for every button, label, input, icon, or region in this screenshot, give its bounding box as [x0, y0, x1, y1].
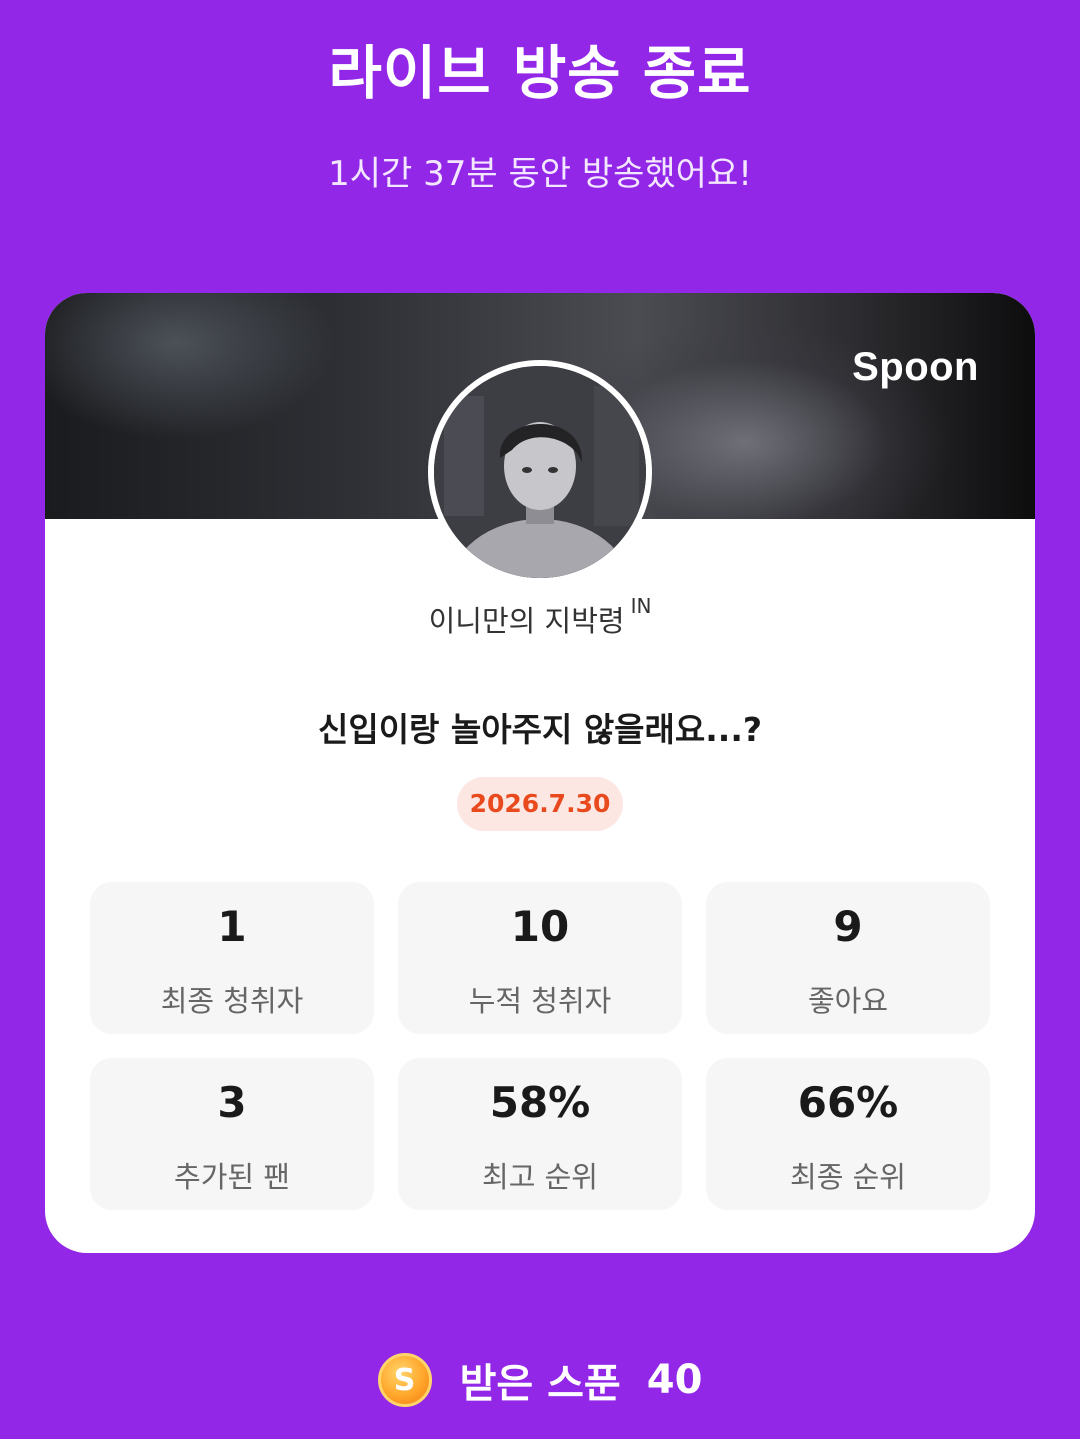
stat-best-rank: 58% 최고 순위	[398, 1058, 682, 1210]
stat-value: 1	[217, 902, 247, 951]
stat-final-listeners: 1 최종 청취자	[90, 882, 374, 1034]
dj-name: 이니만의 지박령 IN	[45, 594, 1035, 640]
date-badge: 2026.7.30	[457, 777, 623, 831]
stat-value: 3	[217, 1078, 247, 1127]
dj-badge: IN	[630, 594, 652, 618]
stat-label: 좋아요	[807, 984, 889, 1018]
stat-value: 66%	[797, 1078, 899, 1127]
live-title: 신입이랑 놀아주지 않을래요...?	[317, 710, 763, 749]
broadcast-summary-card: Spoon 이니만의 지박령 IN 신입이랑 놀아주지 않을래요...? 202…	[45, 293, 1035, 1253]
received-spoons-label: 받은 스푼	[459, 1361, 621, 1407]
received-spoons-count: 40	[646, 1357, 703, 1403]
stat-value: 58%	[489, 1078, 591, 1127]
received-spoons: S 받은 스푼 40	[0, 1350, 1080, 1410]
stat-label: 최고 순위	[482, 1160, 598, 1194]
page-title: 라이브 방송 종료	[328, 39, 752, 107]
stat-label: 최종 청취자	[160, 984, 304, 1018]
dj-name-text: 이니만의 지박령	[428, 604, 625, 638]
stat-value: 9	[833, 902, 863, 951]
stat-total-listeners: 10 누적 청취자	[398, 882, 682, 1034]
stat-likes: 9 좋아요	[706, 882, 990, 1034]
broadcast-end-screen: 라이브 방송 종료 1시간 37분 동안 방송했어요! Spoon 이니만의 지…	[0, 0, 1080, 1439]
stat-label: 누적 청취자	[468, 984, 612, 1018]
stat-label: 최종 순위	[790, 1160, 906, 1194]
stat-final-rank: 66% 최종 순위	[706, 1058, 990, 1210]
profile-photo-icon	[434, 366, 646, 578]
avatar-image	[434, 366, 646, 578]
broadcast-duration-text: 1시간 37분 동안 방송했어요!	[328, 154, 752, 194]
stat-value: 10	[510, 902, 570, 951]
stat-label: 추가된 팬	[174, 1160, 290, 1194]
spoon-logo: Spoon	[852, 345, 979, 389]
avatar	[428, 360, 652, 584]
stat-new-fans: 3 추가된 팬	[90, 1058, 374, 1210]
spoon-coin-icon: S	[377, 1353, 432, 1407]
